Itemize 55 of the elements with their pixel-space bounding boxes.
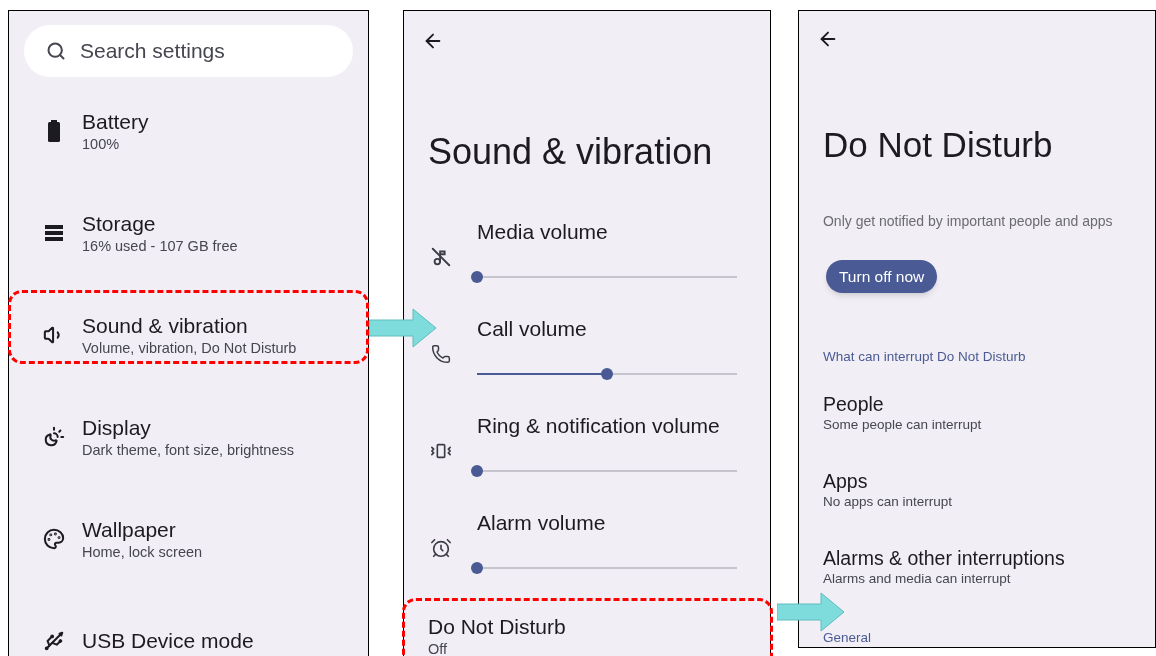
section-header: What can interrupt Do Not Disturb bbox=[822, 348, 1027, 366]
item-title: Sound & vibration bbox=[82, 313, 249, 339]
slider-label: Media volume bbox=[477, 218, 609, 245]
item-title: Storage bbox=[82, 211, 157, 237]
slider-thumb[interactable] bbox=[601, 367, 613, 380]
item-subtitle: Dark theme, font size, brightness bbox=[82, 441, 294, 459]
item-title: Do Not Disturb bbox=[428, 614, 567, 640]
item-subtitle: Off bbox=[428, 640, 449, 656]
slider-label: Ring & notification volume bbox=[477, 412, 721, 439]
item-subtitle: Some people can interrupt bbox=[822, 416, 983, 433]
music-off-icon bbox=[429, 245, 452, 268]
settings-item[interactable]: Storage 16% used - 107 GB free bbox=[9, 182, 368, 284]
item-title: Wallpaper bbox=[82, 517, 177, 543]
arrow-icon bbox=[369, 308, 437, 348]
battery-icon bbox=[46, 120, 61, 142]
brightness-icon bbox=[42, 426, 65, 448]
settings-item[interactable]: People Some people can interrupt bbox=[798, 384, 1155, 461]
settings-item[interactable]: Sound & vibration Volume, vibration, Do Not Disturb bbox=[9, 284, 368, 386]
phone-icon bbox=[430, 343, 451, 364]
item-title: Battery bbox=[82, 109, 149, 135]
settings-item[interactable]: Apps No apps can interrupt bbox=[798, 461, 1155, 538]
settings-item[interactable]: Wallpaper Home, lock screen bbox=[9, 488, 368, 590]
item-title: Display bbox=[82, 415, 152, 441]
screen-title: Sound & vibration bbox=[428, 130, 714, 174]
item-subtitle: 16% used - 107 GB free bbox=[82, 237, 238, 255]
search-icon bbox=[46, 41, 66, 61]
settings-item[interactable]: Battery 100% bbox=[9, 80, 368, 182]
settings-item[interactable]: Do Not Disturb Off bbox=[404, 598, 770, 656]
screen-title: Do Not Disturb bbox=[822, 124, 1054, 166]
screen-description: Only get notified by important people and apps bbox=[822, 212, 1114, 230]
alarm-clock-icon bbox=[429, 536, 452, 559]
usb-icon bbox=[42, 630, 65, 652]
slider-thumb[interactable] bbox=[471, 270, 483, 283]
slider-thumb[interactable] bbox=[471, 464, 483, 477]
item-subtitle: No apps can interrupt bbox=[822, 493, 954, 510]
item-subtitle: Volume, vibration, Do Not Disturb bbox=[82, 339, 297, 357]
slider-label: Call volume bbox=[477, 315, 588, 342]
search-field[interactable]: Search settings bbox=[24, 25, 353, 77]
arrow-icon bbox=[777, 592, 845, 632]
settings-item[interactable]: Alarms & other interruptions Alarms and media can interrupt bbox=[798, 538, 1155, 615]
slider-thumb[interactable] bbox=[471, 561, 483, 574]
item-title: Apps bbox=[822, 469, 869, 493]
item-subtitle: 100% bbox=[82, 135, 121, 153]
section-header: General bbox=[822, 629, 872, 647]
settings-item[interactable]: USB Device mode bbox=[9, 590, 368, 656]
item-title: People bbox=[822, 392, 885, 416]
settings-item[interactable]: Display Dark theme, font size, brightness bbox=[9, 386, 368, 488]
item-subtitle: Alarms and media can interrupt bbox=[822, 570, 1012, 587]
palette-icon bbox=[42, 528, 65, 550]
item-title: Alarms & other interruptions bbox=[822, 546, 1066, 570]
slider-label: Alarm volume bbox=[477, 509, 607, 536]
item-subtitle: Home, lock screen bbox=[82, 543, 203, 561]
storage-icon bbox=[43, 224, 64, 242]
turn-off-button[interactable]: Turn off now bbox=[825, 260, 938, 293]
item-title: USB Device mode bbox=[82, 628, 254, 654]
